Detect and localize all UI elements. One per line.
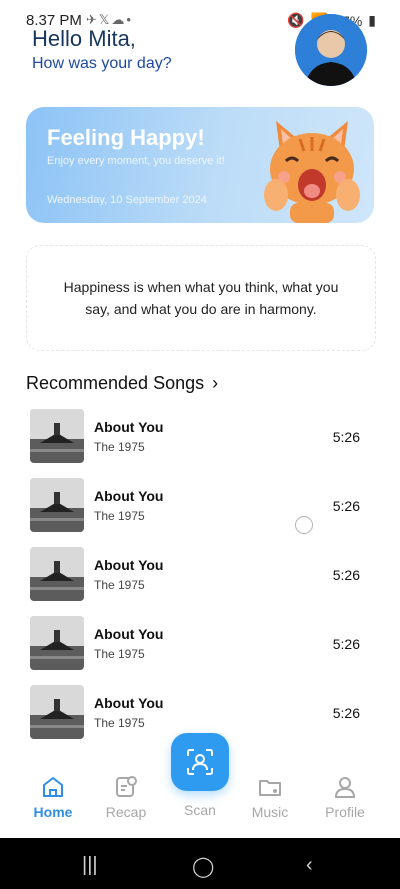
recommended-songs-header[interactable]: Recommended Songs › bbox=[26, 373, 218, 394]
song-artist: The 1975 bbox=[94, 716, 145, 730]
nav-recap[interactable]: Recap bbox=[96, 774, 156, 820]
chevron-right-icon: › bbox=[212, 373, 219, 393]
song-duration: 5:26 bbox=[332, 705, 360, 721]
album-art bbox=[30, 478, 84, 532]
system-nav-bar: ||| ◯ ‹ bbox=[0, 838, 400, 889]
quote-text: Happiness is when what you think, what y… bbox=[63, 279, 339, 317]
avatar[interactable] bbox=[295, 14, 367, 86]
recommended-songs-title: Recommended Songs bbox=[26, 373, 205, 393]
album-art bbox=[30, 409, 84, 463]
battery-icon: ▮ bbox=[368, 12, 376, 28]
touch-indicator bbox=[295, 516, 313, 534]
scan-button[interactable] bbox=[171, 733, 229, 791]
song-duration: 5:26 bbox=[332, 567, 360, 583]
nav-music-label: Music bbox=[251, 804, 289, 820]
song-title: About You bbox=[94, 557, 164, 573]
greeting-subtitle: How was your day? bbox=[32, 55, 172, 72]
greeting-title: Hello Mita, bbox=[32, 26, 136, 51]
home-icon bbox=[43, 777, 63, 797]
song-title: About You bbox=[94, 626, 164, 642]
quote-card: Happiness is when what you think, what y… bbox=[26, 245, 376, 351]
home-button-icon[interactable]: ◯ bbox=[192, 854, 214, 879]
recap-icon bbox=[116, 776, 137, 797]
song-artist: The 1975 bbox=[94, 509, 145, 523]
mood-title: Feeling Happy! bbox=[47, 125, 205, 150]
song-title: About You bbox=[94, 695, 164, 711]
album-art bbox=[30, 685, 84, 739]
song-row[interactable]: About You The 1975 5:26 bbox=[30, 547, 370, 601]
song-row[interactable]: About You The 1975 5:26 bbox=[30, 616, 370, 670]
nav-music[interactable]: Music bbox=[240, 774, 300, 820]
song-duration: 5:26 bbox=[332, 429, 360, 445]
nav-home[interactable]: Home bbox=[23, 774, 83, 820]
album-art bbox=[30, 616, 84, 670]
song-row[interactable]: About You The 1975 5:26 bbox=[30, 478, 370, 532]
song-artist: The 1975 bbox=[94, 440, 145, 454]
song-duration: 5:26 bbox=[332, 498, 360, 514]
nav-recap-label: Recap bbox=[105, 804, 147, 820]
face-scan-icon bbox=[187, 749, 213, 775]
music-folder-icon bbox=[259, 780, 281, 796]
back-icon[interactable]: ‹ bbox=[306, 854, 313, 877]
mood-card[interactable]: Feeling Happy! Enjoy every moment, you d… bbox=[26, 107, 374, 223]
song-row[interactable]: About You The 1975 5:26 bbox=[30, 409, 370, 463]
album-art bbox=[30, 547, 84, 601]
song-duration: 5:26 bbox=[332, 636, 360, 652]
recent-apps-icon[interactable]: ||| bbox=[82, 854, 98, 877]
song-row[interactable]: About You The 1975 5:26 bbox=[30, 685, 370, 739]
nav-home-label: Home bbox=[33, 804, 73, 820]
nav-scan-label: Scan bbox=[184, 802, 216, 818]
song-title: About You bbox=[94, 419, 164, 435]
song-artist: The 1975 bbox=[94, 578, 145, 592]
song-title: About You bbox=[94, 488, 164, 504]
mood-subtitle: Enjoy every moment, you deserve it! bbox=[47, 155, 225, 167]
song-artist: The 1975 bbox=[94, 647, 145, 661]
nav-profile[interactable]: Profile bbox=[315, 774, 375, 820]
profile-icon bbox=[334, 777, 356, 798]
happy-cat-illustration bbox=[264, 121, 360, 223]
nav-profile-label: Profile bbox=[325, 804, 365, 820]
mood-date: Wednesday, 10 September 2024 bbox=[47, 194, 207, 206]
